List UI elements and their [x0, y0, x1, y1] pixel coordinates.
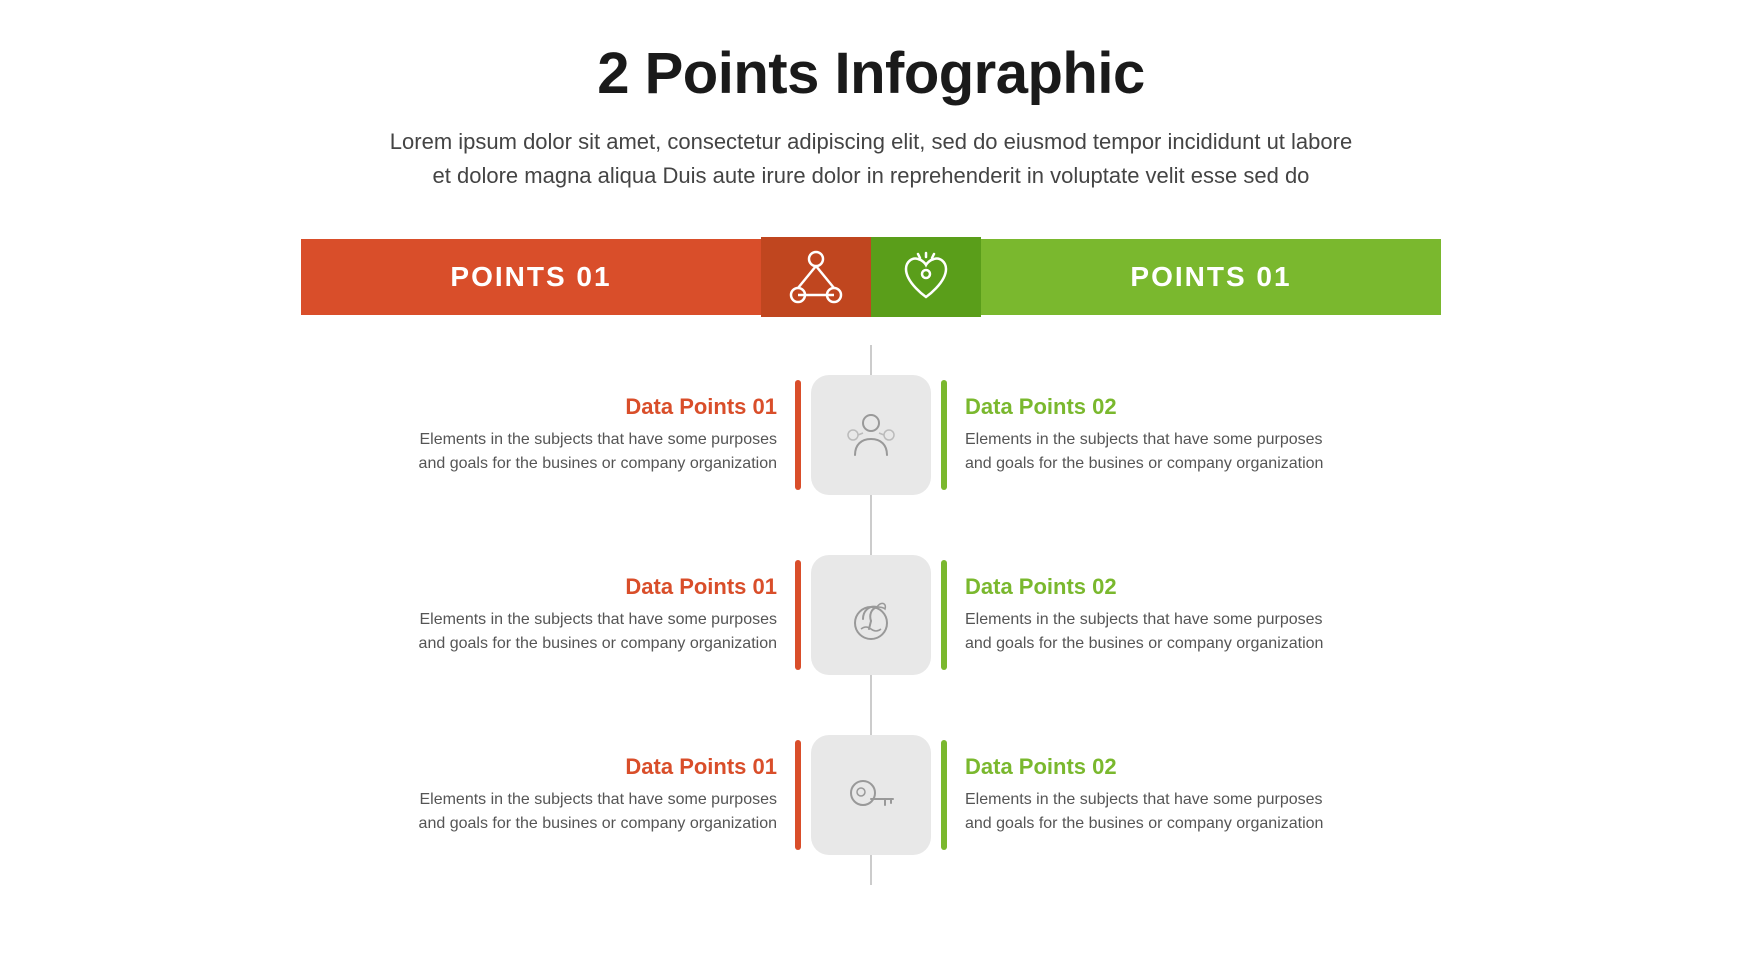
- subtitle-line2: et dolore magna aliqua Duis aute irure d…: [433, 163, 1310, 188]
- infographic-container: POINTS 01 POINTS 01: [80, 237, 1662, 885]
- left-title-1: Data Points 01: [419, 394, 777, 420]
- page-title: 2 Points Infographic: [597, 40, 1145, 107]
- right-text-block-1: Data Points 02 Elements in the subjects …: [947, 394, 1323, 476]
- right-title-3: Data Points 02: [965, 754, 1323, 780]
- right-column: Data Points 02 Elements in the subjects …: [941, 345, 1662, 885]
- center-icon-2: [811, 555, 931, 675]
- left-desc-1: Elements in the subjects that have some …: [419, 428, 777, 476]
- left-text-block-1: Data Points 01 Elements in the subjects …: [419, 394, 795, 476]
- left-title-2: Data Points 01: [419, 574, 777, 600]
- center-icon-1: [811, 375, 931, 495]
- right-text-block-3: Data Points 02 Elements in the subjects …: [947, 754, 1323, 836]
- header-left-box: POINTS 01: [301, 239, 761, 315]
- header-icon-right: [871, 237, 981, 317]
- header-right-box: POINTS 01: [981, 239, 1441, 315]
- left-title-3: Data Points 01: [419, 754, 777, 780]
- center-column: [801, 345, 941, 885]
- right-data-row-3: Data Points 02 Elements in the subjects …: [941, 705, 1662, 885]
- right-title-2: Data Points 02: [965, 574, 1323, 600]
- left-desc-2: Elements in the subjects that have some …: [419, 608, 777, 656]
- left-text-block-3: Data Points 01 Elements in the subjects …: [419, 754, 795, 836]
- right-desc-2: Elements in the subjects that have some …: [965, 608, 1323, 656]
- center-icon-3: [811, 735, 931, 855]
- right-data-row-2: Data Points 02 Elements in the subjects …: [941, 525, 1662, 705]
- right-text-block-2: Data Points 02 Elements in the subjects …: [947, 574, 1323, 656]
- left-data-row-1: Data Points 01 Elements in the subjects …: [80, 345, 801, 525]
- left-text-block-2: Data Points 01 Elements in the subjects …: [419, 574, 795, 656]
- right-title-1: Data Points 02: [965, 394, 1323, 420]
- left-data-row-2: Data Points 01 Elements in the subjects …: [80, 525, 801, 705]
- subtitle-line1: Lorem ipsum dolor sit amet, consectetur …: [390, 129, 1352, 154]
- content-area: Data Points 01 Elements in the subjects …: [80, 345, 1662, 885]
- right-desc-1: Elements in the subjects that have some …: [965, 428, 1323, 476]
- header-icon-left: [761, 237, 871, 317]
- right-data-row-1: Data Points 02 Elements in the subjects …: [941, 345, 1662, 525]
- left-desc-3: Elements in the subjects that have some …: [419, 788, 777, 836]
- left-column: Data Points 01 Elements in the subjects …: [80, 345, 801, 885]
- right-desc-3: Elements in the subjects that have some …: [965, 788, 1323, 836]
- left-data-row-3: Data Points 01 Elements in the subjects …: [80, 705, 801, 885]
- subtitle: Lorem ipsum dolor sit amet, consectetur …: [390, 125, 1352, 193]
- header-row: POINTS 01 POINTS 01: [80, 237, 1662, 317]
